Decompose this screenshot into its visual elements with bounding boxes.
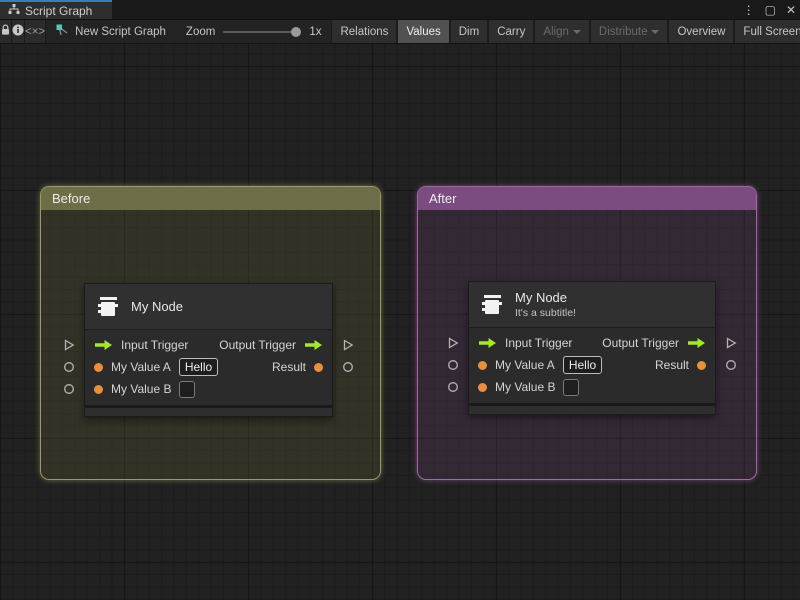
flow-out-port-icon[interactable] (687, 337, 706, 349)
group-after-header[interactable]: After (418, 187, 756, 210)
unit-node-icon (481, 294, 505, 316)
port-label: My Value B (495, 380, 556, 394)
node-title: My Node (131, 299, 184, 314)
value-out-port-icon[interactable] (314, 362, 323, 372)
port-row-value-b: My Value B (448, 376, 715, 398)
port-label: My Value A (111, 360, 171, 374)
external-value-port-icon[interactable] (342, 361, 354, 373)
tab-script-graph[interactable]: Script Graph (0, 0, 112, 19)
port-label: My Value B (111, 382, 172, 396)
port-label: Output Trigger (219, 338, 296, 352)
flow-in-port-icon[interactable] (94, 339, 113, 351)
script-graph-icon (56, 24, 69, 40)
external-flow-port-icon[interactable] (63, 339, 75, 351)
graph-canvas[interactable]: Before After My Node Input Trigger Outpu… (0, 44, 800, 600)
port-label: Result (271, 360, 306, 374)
group-title: Before (52, 191, 91, 206)
node-title: My Node (515, 290, 568, 305)
relations-button[interactable]: Relations (332, 20, 397, 43)
node-footer (469, 403, 715, 414)
graph-toolbar: <×> New Script Graph Zoom 1x Relations V… (0, 19, 800, 44)
values-button[interactable]: Values (398, 20, 449, 43)
carry-button[interactable]: Carry (489, 20, 534, 43)
port-row-trigger: Input Trigger Output Trigger (448, 332, 737, 354)
chevron-down-icon (572, 29, 581, 34)
node-ports: Input Trigger Output Trigger My Value A … (64, 330, 354, 405)
info-icon (12, 24, 24, 39)
inspect-button[interactable] (12, 20, 25, 43)
value-in-port-icon[interactable] (94, 384, 103, 394)
value-input[interactable]: Hello (178, 358, 219, 376)
unit-node-icon (97, 296, 121, 318)
port-row-value-a: My Value A Hello Result (448, 354, 736, 376)
port-row-value-a: My Value A Hello Result (64, 356, 353, 378)
distribute-button[interactable]: Distribute (590, 20, 668, 43)
flow-in-port-icon[interactable] (478, 337, 497, 349)
node-before[interactable]: My Node Input Trigger Output Trigger My … (64, 283, 354, 417)
graph-hierarchy-icon (8, 3, 20, 18)
group-before-header[interactable]: Before (41, 187, 380, 210)
node-after[interactable]: My Node It's a subtitle! Input Trigger O… (448, 281, 737, 415)
value-out-port-icon[interactable] (697, 360, 706, 370)
zoom-slider[interactable] (223, 26, 302, 37)
zoom-slider-handle[interactable] (291, 26, 302, 37)
lock-button[interactable] (0, 20, 12, 43)
chevron-down-icon (651, 29, 660, 34)
port-label: Input Trigger (121, 338, 189, 352)
port-label: Output Trigger (602, 336, 679, 350)
zoom-value: 1x (309, 25, 322, 38)
script-graph-window: Script Graph ⋮ ▢ ✕ <×> New Script Graph … (0, 0, 800, 600)
zoom-label: Zoom (185, 25, 216, 38)
graph-title-section[interactable]: New Script Graph (46, 20, 176, 43)
code-toggle-icon: <×> (25, 25, 46, 38)
graph-name: New Script Graph (75, 25, 166, 38)
port-row-trigger: Input Trigger Output Trigger (64, 334, 354, 356)
code-view-button[interactable]: <×> (25, 20, 47, 43)
external-value-port-icon[interactable] (63, 383, 75, 395)
tab-bar: Script Graph ⋮ ▢ ✕ (0, 0, 800, 19)
external-flow-port-icon[interactable] (342, 339, 354, 351)
overview-button[interactable]: Overview (669, 20, 734, 43)
node-header[interactable]: My Node (85, 284, 332, 330)
port-row-value-b: My Value B (64, 378, 332, 400)
close-icon[interactable]: ✕ (786, 3, 796, 17)
tab-title: Script Graph (25, 3, 93, 18)
fullscreen-button[interactable]: Full Screen (735, 20, 800, 43)
lock-icon (0, 24, 11, 39)
port-label: My Value A (495, 358, 555, 372)
flow-out-port-icon[interactable] (304, 339, 323, 351)
external-flow-port-icon[interactable] (447, 337, 459, 349)
dim-button[interactable]: Dim (450, 20, 488, 43)
node-ports: Input Trigger Output Trigger My Value A … (448, 328, 737, 403)
value-input[interactable]: Hello (562, 356, 603, 374)
external-value-port-icon[interactable] (447, 359, 459, 371)
external-value-port-icon[interactable] (725, 359, 737, 371)
zoom-control: Zoom 1x (176, 20, 332, 43)
group-title: After (429, 191, 457, 206)
value-input-empty[interactable] (563, 378, 580, 396)
external-value-port-icon[interactable] (447, 381, 459, 393)
window-controls: ⋮ ▢ ✕ (743, 0, 796, 19)
port-label: Result (654, 358, 689, 372)
port-label: Input Trigger (505, 336, 573, 350)
align-button[interactable]: Align (535, 20, 589, 43)
value-in-port-icon[interactable] (94, 362, 103, 372)
maximize-icon[interactable]: ▢ (765, 3, 776, 17)
node-footer (85, 405, 332, 416)
value-in-port-icon[interactable] (478, 360, 487, 370)
external-value-port-icon[interactable] (63, 361, 75, 373)
node-header[interactable]: My Node It's a subtitle! (469, 282, 715, 328)
value-input-empty[interactable] (179, 380, 196, 398)
toolbar-buttons: Relations Values Dim Carry Align Distrib… (331, 20, 800, 43)
node-subtitle: It's a subtitle! (515, 307, 576, 319)
external-flow-port-icon[interactable] (725, 337, 737, 349)
menu-icon[interactable]: ⋮ (743, 3, 755, 17)
value-in-port-icon[interactable] (478, 382, 487, 392)
